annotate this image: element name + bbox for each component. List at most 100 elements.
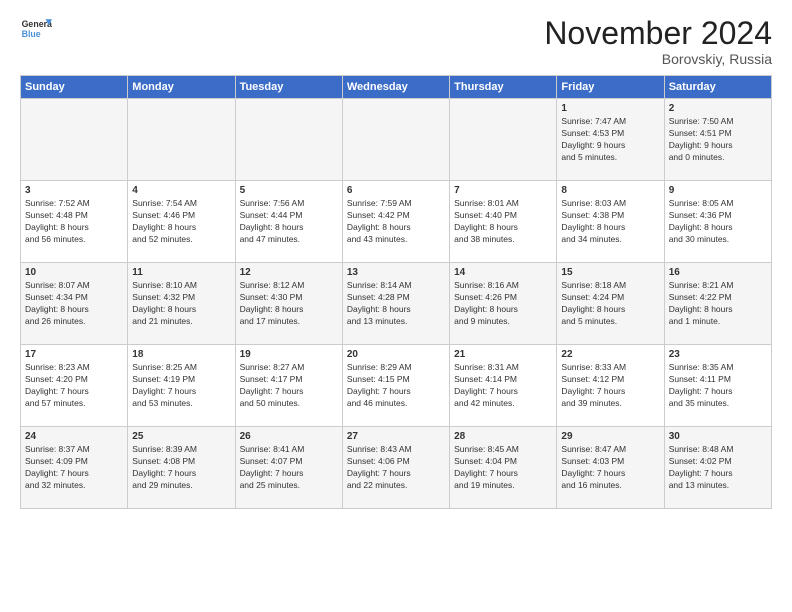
- day-number: 2: [669, 103, 767, 114]
- day-info: Sunrise: 7:54 AM Sunset: 4:46 PM Dayligh…: [132, 198, 230, 246]
- calendar-cell: 2 Sunrise: 7:50 AM Sunset: 4:51 PM Daylig…: [664, 99, 771, 181]
- calendar-cell: 26 Sunrise: 8:41 AM Sunset: 4:07 PM Dayli…: [235, 427, 342, 509]
- day-number: 6: [347, 185, 445, 196]
- day-info: Sunrise: 8:07 AM Sunset: 4:34 PM Dayligh…: [25, 280, 123, 328]
- calendar-week-1: 1 Sunrise: 7:47 AM Sunset: 4:53 PM Daylig…: [21, 99, 772, 181]
- day-number: 3: [25, 185, 123, 196]
- day-info: Sunrise: 8:27 AM Sunset: 4:17 PM Dayligh…: [240, 362, 338, 410]
- day-number: 23: [669, 349, 767, 360]
- day-info: Sunrise: 8:14 AM Sunset: 4:28 PM Dayligh…: [347, 280, 445, 328]
- calendar-week-3: 10 Sunrise: 8:07 AM Sunset: 4:34 PM Dayli…: [21, 263, 772, 345]
- day-info: Sunrise: 7:47 AM Sunset: 4:53 PM Dayligh…: [561, 116, 659, 164]
- calendar-cell: 6 Sunrise: 7:59 AM Sunset: 4:42 PM Daylig…: [342, 181, 449, 263]
- col-monday: Monday: [128, 76, 235, 99]
- col-saturday: Saturday: [664, 76, 771, 99]
- day-info: Sunrise: 8:39 AM Sunset: 4:08 PM Dayligh…: [132, 444, 230, 492]
- calendar-cell: 17Sunrise: 8:23 AM Sunset: 4:20 PM Dayli…: [21, 345, 128, 427]
- calendar-cell: 7 Sunrise: 8:01 AM Sunset: 4:40 PM Daylig…: [450, 181, 557, 263]
- day-number: 5: [240, 185, 338, 196]
- day-info: Sunrise: 8:21 AM Sunset: 4:22 PM Dayligh…: [669, 280, 767, 328]
- day-info: Sunrise: 8:25 AM Sunset: 4:19 PM Dayligh…: [132, 362, 230, 410]
- day-info: Sunrise: 8:29 AM Sunset: 4:15 PM Dayligh…: [347, 362, 445, 410]
- calendar-cell: 16 Sunrise: 8:21 AM Sunset: 4:22 PM Dayli…: [664, 263, 771, 345]
- day-number: 29: [561, 431, 659, 442]
- day-number: 15: [561, 267, 659, 278]
- day-info: Sunrise: 8:16 AM Sunset: 4:26 PM Dayligh…: [454, 280, 552, 328]
- day-number: 20: [347, 349, 445, 360]
- day-number: 16: [669, 267, 767, 278]
- header-row: Sunday Monday Tuesday Wednesday Thursday…: [21, 76, 772, 99]
- calendar-cell: 4 Sunrise: 7:54 AM Sunset: 4:46 PM Daylig…: [128, 181, 235, 263]
- day-info: Sunrise: 8:33 AM Sunset: 4:12 PM Dayligh…: [561, 362, 659, 410]
- calendar-cell: [128, 99, 235, 181]
- day-number: 12: [240, 267, 338, 278]
- day-info: Sunrise: 8:03 AM Sunset: 4:38 PM Dayligh…: [561, 198, 659, 246]
- day-info: Sunrise: 7:59 AM Sunset: 4:42 PM Dayligh…: [347, 198, 445, 246]
- calendar-cell: 19 Sunrise: 8:27 AM Sunset: 4:17 PM Dayli…: [235, 345, 342, 427]
- day-number: 25: [132, 431, 230, 442]
- day-number: 13: [347, 267, 445, 278]
- calendar-week-2: 3 Sunrise: 7:52 AM Sunset: 4:48 PM Daylig…: [21, 181, 772, 263]
- calendar-week-5: 24 Sunrise: 8:37 AM Sunset: 4:09 PM Dayli…: [21, 427, 772, 509]
- calendar-cell: [450, 99, 557, 181]
- header: General Blue November 2024 Borovskiy, Ru…: [20, 16, 772, 67]
- day-number: 7: [454, 185, 552, 196]
- logo-icon: General Blue: [20, 16, 52, 44]
- day-number: 1: [561, 103, 659, 114]
- col-thursday: Thursday: [450, 76, 557, 99]
- calendar-cell: 28 Sunrise: 8:45 AM Sunset: 4:04 PM Dayli…: [450, 427, 557, 509]
- logo: General Blue: [20, 16, 56, 44]
- month-title: November 2024: [544, 16, 772, 51]
- calendar-cell: 1 Sunrise: 7:47 AM Sunset: 4:53 PM Daylig…: [557, 99, 664, 181]
- calendar-cell: 14Sunrise: 8:16 AM Sunset: 4:26 PM Dayli…: [450, 263, 557, 345]
- calendar-cell: 8 Sunrise: 8:03 AM Sunset: 4:38 PM Daylig…: [557, 181, 664, 263]
- calendar-cell: 27Sunrise: 8:43 AM Sunset: 4:06 PM Dayli…: [342, 427, 449, 509]
- day-info: Sunrise: 8:01 AM Sunset: 4:40 PM Dayligh…: [454, 198, 552, 246]
- day-info: Sunrise: 7:50 AM Sunset: 4:51 PM Dayligh…: [669, 116, 767, 164]
- day-info: Sunrise: 8:12 AM Sunset: 4:30 PM Dayligh…: [240, 280, 338, 328]
- calendar-cell: 18 Sunrise: 8:25 AM Sunset: 4:19 PM Dayli…: [128, 345, 235, 427]
- day-info: Sunrise: 8:35 AM Sunset: 4:11 PM Dayligh…: [669, 362, 767, 410]
- day-info: Sunrise: 8:41 AM Sunset: 4:07 PM Dayligh…: [240, 444, 338, 492]
- col-wednesday: Wednesday: [342, 76, 449, 99]
- col-friday: Friday: [557, 76, 664, 99]
- day-number: 4: [132, 185, 230, 196]
- calendar-cell: 13 Sunrise: 8:14 AM Sunset: 4:28 PM Dayli…: [342, 263, 449, 345]
- day-info: Sunrise: 8:43 AM Sunset: 4:06 PM Dayligh…: [347, 444, 445, 492]
- day-info: Sunrise: 8:37 AM Sunset: 4:09 PM Dayligh…: [25, 444, 123, 492]
- day-number: 21: [454, 349, 552, 360]
- day-number: 26: [240, 431, 338, 442]
- day-number: 10: [25, 267, 123, 278]
- day-info: Sunrise: 8:23 AM Sunset: 4:20 PM Dayligh…: [25, 362, 123, 410]
- calendar-week-4: 17Sunrise: 8:23 AM Sunset: 4:20 PM Dayli…: [21, 345, 772, 427]
- day-number: 24: [25, 431, 123, 442]
- day-number: 28: [454, 431, 552, 442]
- day-info: Sunrise: 8:45 AM Sunset: 4:04 PM Dayligh…: [454, 444, 552, 492]
- calendar-cell: [235, 99, 342, 181]
- day-info: Sunrise: 7:52 AM Sunset: 4:48 PM Dayligh…: [25, 198, 123, 246]
- calendar-table: Sunday Monday Tuesday Wednesday Thursday…: [20, 75, 772, 509]
- calendar-cell: 21 Sunrise: 8:31 AM Sunset: 4:14 PM Dayli…: [450, 345, 557, 427]
- calendar-cell: 23 Sunrise: 8:35 AM Sunset: 4:11 PM Dayli…: [664, 345, 771, 427]
- calendar-cell: 12 Sunrise: 8:12 AM Sunset: 4:30 PM Dayli…: [235, 263, 342, 345]
- calendar-cell: 30 Sunrise: 8:48 AM Sunset: 4:02 PM Dayli…: [664, 427, 771, 509]
- calendar-cell: 20 Sunrise: 8:29 AM Sunset: 4:15 PM Dayli…: [342, 345, 449, 427]
- calendar-cell: 11Sunrise: 8:10 AM Sunset: 4:32 PM Dayli…: [128, 263, 235, 345]
- calendar-cell: 15Sunrise: 8:18 AM Sunset: 4:24 PM Dayli…: [557, 263, 664, 345]
- day-number: 18: [132, 349, 230, 360]
- location: Borovskiy, Russia: [544, 51, 772, 67]
- day-number: 30: [669, 431, 767, 442]
- col-tuesday: Tuesday: [235, 76, 342, 99]
- col-sunday: Sunday: [21, 76, 128, 99]
- day-number: 8: [561, 185, 659, 196]
- day-number: 22: [561, 349, 659, 360]
- day-info: Sunrise: 8:48 AM Sunset: 4:02 PM Dayligh…: [669, 444, 767, 492]
- day-info: Sunrise: 7:56 AM Sunset: 4:44 PM Dayligh…: [240, 198, 338, 246]
- calendar-cell: [21, 99, 128, 181]
- day-number: 9: [669, 185, 767, 196]
- day-number: 19: [240, 349, 338, 360]
- day-info: Sunrise: 8:31 AM Sunset: 4:14 PM Dayligh…: [454, 362, 552, 410]
- svg-text:Blue: Blue: [22, 29, 41, 39]
- calendar-cell: 22 Sunrise: 8:33 AM Sunset: 4:12 PM Dayli…: [557, 345, 664, 427]
- day-info: Sunrise: 8:47 AM Sunset: 4:03 PM Dayligh…: [561, 444, 659, 492]
